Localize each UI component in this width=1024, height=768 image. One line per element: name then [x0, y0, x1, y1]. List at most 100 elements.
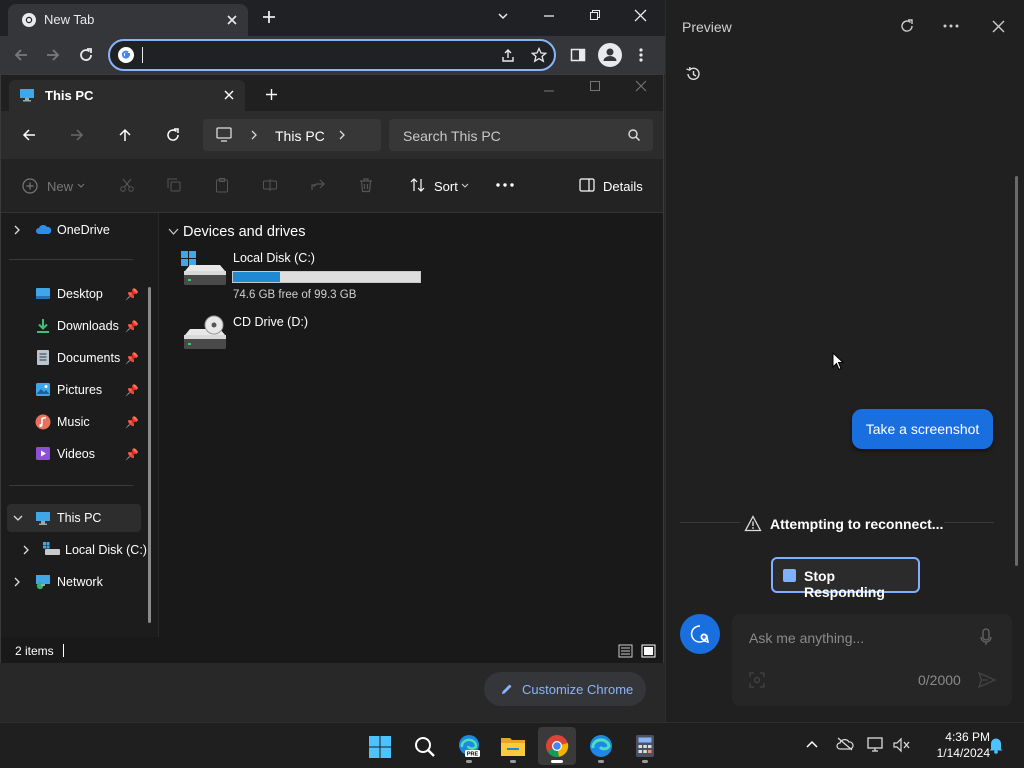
minimize-icon[interactable] [543, 85, 555, 97]
explorer-search-input[interactable]: Search This PC [389, 119, 653, 151]
maximize-icon[interactable] [589, 80, 601, 92]
profile-icon [603, 48, 617, 61]
sidebar-item-music[interactable]: Music 📌 [1, 408, 151, 436]
sidebar-item-this-pc[interactable]: This PC [7, 504, 141, 532]
details-pane-icon[interactable] [579, 178, 595, 192]
sidebar-item-documents[interactable]: Documents 📌 [1, 344, 151, 372]
refresh-icon[interactable] [165, 127, 181, 143]
taskbar-edge-preview[interactable]: PRE [450, 727, 488, 765]
start-button[interactable] [361, 727, 399, 765]
close-window-icon[interactable] [634, 9, 647, 22]
cut-icon[interactable] [119, 177, 135, 193]
item-count: 2 items [15, 644, 54, 658]
chevron-right-icon[interactable] [22, 545, 30, 555]
close-window-icon[interactable] [635, 80, 647, 92]
back-icon[interactable] [21, 127, 37, 143]
take-screenshot-button[interactable]: Take a screenshot [852, 409, 993, 449]
close-pane-icon[interactable] [992, 20, 1005, 33]
forward-icon[interactable] [45, 47, 61, 63]
clock[interactable]: 4:36 PM 1/14/2024 [918, 729, 990, 761]
reload-icon[interactable] [78, 47, 94, 63]
restore-icon[interactable] [589, 9, 601, 21]
sidebar-item-downloads[interactable]: Downloads 📌 [1, 312, 151, 340]
file-list: Devices and drives Local Disk (C:) 74.6 … [159, 213, 663, 637]
sort-button[interactable]: Sort [434, 179, 458, 194]
new-topic-button[interactable] [680, 614, 720, 654]
stop-responding-button[interactable]: Stop Responding [771, 557, 920, 600]
sidebar-item-label: Network [57, 575, 103, 589]
sidebar-item-onedrive[interactable]: OneDrive [1, 216, 151, 244]
taskbar-calculator[interactable] [626, 727, 664, 765]
history-icon[interactable] [685, 66, 701, 82]
chevron-right-icon[interactable] [13, 225, 21, 235]
up-arrow-icon[interactable] [117, 127, 133, 143]
microphone-icon[interactable] [980, 628, 992, 646]
taskbar-chrome[interactable] [538, 727, 576, 765]
stop-icon [783, 569, 796, 582]
chevron-right-icon[interactable] [13, 577, 21, 587]
image-capture-icon[interactable] [749, 672, 765, 688]
chrome-menu-icon[interactable] [637, 47, 645, 63]
network-status-icon[interactable] [867, 736, 885, 752]
send-icon[interactable] [978, 672, 996, 688]
new-tab-icon[interactable] [262, 10, 276, 24]
delete-icon[interactable] [358, 177, 374, 193]
breadcrumb[interactable]: This PC [275, 128, 325, 144]
pin-icon: 📌 [125, 449, 139, 461]
rename-icon[interactable] [262, 177, 278, 193]
chevron-down-icon[interactable] [13, 515, 23, 522]
paste-icon[interactable] [214, 177, 230, 193]
chat-input[interactable]: Ask me anything... 0/2000 [732, 614, 1012, 706]
tab-search-chevron-icon[interactable] [497, 10, 509, 22]
chevron-down-icon[interactable] [168, 228, 179, 236]
sidebar-item-desktop[interactable]: Desktop 📌 [1, 280, 151, 308]
new-button[interactable]: New [47, 179, 73, 194]
sidebar-item-videos[interactable]: Videos 📌 [1, 440, 151, 468]
share-icon[interactable] [310, 177, 326, 193]
group-header[interactable]: Devices and drives [183, 224, 306, 240]
close-tab-icon[interactable] [223, 89, 235, 101]
profile-avatar[interactable] [598, 43, 622, 67]
pane-scrollbar[interactable] [1015, 176, 1018, 566]
breadcrumb-chevron-icon[interactable] [338, 130, 346, 140]
sidebar-item-pictures[interactable]: Pictures 📌 [1, 376, 151, 404]
more-options-icon[interactable] [943, 24, 959, 28]
volume-muted-icon[interactable] [893, 737, 911, 753]
details-button[interactable]: Details [603, 179, 643, 194]
sidebar-item-network[interactable]: Network [1, 568, 151, 596]
sort-icon[interactable] [409, 177, 427, 193]
clock-time: 4:36 PM [945, 730, 990, 744]
copilot-pane: Preview Take a screenshot Attempting to … [665, 0, 1024, 722]
explorer-tab-this-pc[interactable]: This PC [9, 80, 245, 111]
copy-icon[interactable] [166, 177, 182, 193]
taskbar-edge[interactable] [582, 727, 620, 765]
back-icon[interactable] [13, 47, 29, 63]
sidebar-item-local-disk[interactable]: Local Disk (C:) [1, 536, 151, 564]
side-panel-icon[interactable] [570, 47, 586, 63]
forward-icon[interactable] [69, 127, 85, 143]
drive-item-cd-drive[interactable]: CD Drive (D:) [179, 313, 429, 357]
refresh-icon[interactable] [900, 19, 914, 33]
share-icon[interactable] [500, 48, 516, 64]
notification-bell-icon[interactable] [988, 736, 1004, 754]
breadcrumb-chevron-icon[interactable] [250, 130, 258, 140]
sidebar-scrollbar[interactable] [148, 287, 151, 623]
new-tab-icon[interactable] [265, 88, 278, 101]
sidebar-item-label: Pictures [57, 383, 103, 397]
drive-item-local-disk[interactable]: Local Disk (C:) 74.6 GB free of 99.3 GB [179, 249, 429, 301]
new-plus-icon[interactable] [22, 178, 38, 194]
explorer-address-bar[interactable]: This PC [203, 119, 381, 151]
onedrive-offline-icon[interactable] [836, 737, 854, 751]
customize-chrome-button[interactable]: Customize Chrome [484, 672, 646, 706]
taskbar-search-button[interactable] [405, 727, 443, 765]
chrome-tab-new-tab[interactable]: New Tab [8, 4, 248, 36]
address-bar[interactable] [108, 39, 556, 71]
close-tab-icon[interactable] [226, 14, 238, 26]
show-hidden-icons-chevron-icon[interactable] [806, 740, 818, 748]
more-options-icon[interactable] [496, 183, 514, 187]
tiles-view-icon[interactable] [641, 644, 656, 658]
taskbar-file-explorer[interactable] [494, 727, 532, 765]
details-view-icon[interactable] [618, 644, 633, 658]
minimize-icon[interactable] [543, 10, 555, 22]
bookmark-star-icon[interactable] [531, 47, 547, 63]
